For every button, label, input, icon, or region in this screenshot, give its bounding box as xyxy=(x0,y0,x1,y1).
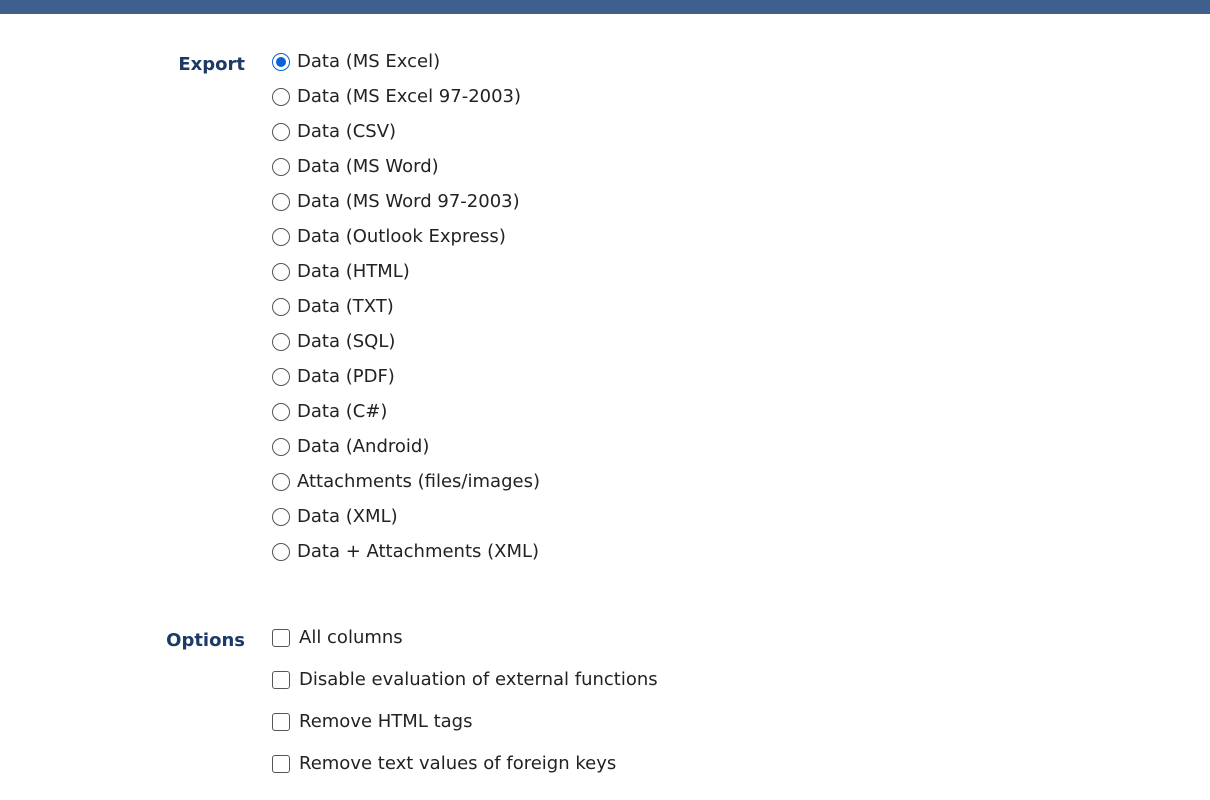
export-option-label: Data (Android) xyxy=(297,436,430,457)
export-option-label: Data (Outlook Express) xyxy=(297,226,506,247)
radio-button[interactable] xyxy=(272,543,290,561)
export-option-label: Data (MS Word 97-2003) xyxy=(297,191,520,212)
option-label: Remove HTML tags xyxy=(299,711,473,732)
radio-button[interactable] xyxy=(272,123,290,141)
checkbox[interactable] xyxy=(272,713,290,731)
radio-button[interactable] xyxy=(272,263,290,281)
export-format-radio-group: Data (MS Excel) Data (MS Excel 97-2003) … xyxy=(272,50,540,575)
options-label: Options xyxy=(166,630,245,651)
export-panel: Export Data (MS Excel) Data (MS Excel 97… xyxy=(0,14,1210,800)
export-option-label: Data (CSV) xyxy=(297,121,397,142)
export-option-attachments[interactable]: Attachments (files/images) xyxy=(272,470,540,505)
export-option-label: Data (MS Excel) xyxy=(297,51,441,72)
option-remove-foreign-key-text[interactable]: Remove text values of foreign keys xyxy=(272,752,658,794)
export-option-label: Data + Attachments (XML) xyxy=(297,541,540,562)
radio-button[interactable] xyxy=(272,298,290,316)
export-option-xml[interactable]: Data (XML) xyxy=(272,505,540,540)
checkbox[interactable] xyxy=(272,629,290,647)
export-option-label: Data (SQL) xyxy=(297,331,396,352)
export-option-word[interactable]: Data (MS Word) xyxy=(272,155,540,190)
export-option-label: Data (XML) xyxy=(297,506,398,527)
export-option-word-97-2003[interactable]: Data (MS Word 97-2003) xyxy=(272,190,540,225)
radio-button[interactable] xyxy=(272,228,290,246)
export-label: Export xyxy=(178,54,245,75)
header-bar xyxy=(0,0,1210,14)
export-option-excel[interactable]: Data (MS Excel) xyxy=(272,50,540,85)
export-option-csv[interactable]: Data (CSV) xyxy=(272,120,540,155)
export-option-label: Data (MS Word) xyxy=(297,156,439,177)
radio-button[interactable] xyxy=(272,438,290,456)
radio-button[interactable] xyxy=(272,53,290,71)
option-remove-html-tags[interactable]: Remove HTML tags xyxy=(272,710,658,752)
option-label: All columns xyxy=(299,627,403,648)
export-option-label: Data (C#) xyxy=(297,401,388,422)
radio-button[interactable] xyxy=(272,88,290,106)
export-option-android[interactable]: Data (Android) xyxy=(272,435,540,470)
export-option-html[interactable]: Data (HTML) xyxy=(272,260,540,295)
radio-button[interactable] xyxy=(272,508,290,526)
export-option-outlook-express[interactable]: Data (Outlook Express) xyxy=(272,225,540,260)
export-option-pdf[interactable]: Data (PDF) xyxy=(272,365,540,400)
options-checkbox-group: All columns Disable evaluation of extern… xyxy=(272,626,658,794)
export-option-sql[interactable]: Data (SQL) xyxy=(272,330,540,365)
export-option-excel-97-2003[interactable]: Data (MS Excel 97-2003) xyxy=(272,85,540,120)
radio-button[interactable] xyxy=(272,333,290,351)
radio-button[interactable] xyxy=(272,368,290,386)
export-option-data-attachments-xml[interactable]: Data + Attachments (XML) xyxy=(272,540,540,575)
export-option-csharp[interactable]: Data (C#) xyxy=(272,400,540,435)
option-label: Disable evaluation of external functions xyxy=(299,669,658,690)
export-option-label: Attachments (files/images) xyxy=(297,471,540,492)
export-option-label: Data (PDF) xyxy=(297,366,395,387)
radio-button[interactable] xyxy=(272,158,290,176)
radio-button[interactable] xyxy=(272,193,290,211)
option-label: Remove text values of foreign keys xyxy=(299,753,617,774)
checkbox[interactable] xyxy=(272,671,290,689)
option-disable-external-functions[interactable]: Disable evaluation of external functions xyxy=(272,668,658,710)
option-all-columns[interactable]: All columns xyxy=(272,626,658,668)
export-option-label: Data (MS Excel 97-2003) xyxy=(297,86,522,107)
radio-button[interactable] xyxy=(272,403,290,421)
export-option-txt[interactable]: Data (TXT) xyxy=(272,295,540,330)
checkbox[interactable] xyxy=(272,755,290,773)
export-option-label: Data (HTML) xyxy=(297,261,410,282)
export-option-label: Data (TXT) xyxy=(297,296,394,317)
radio-button[interactable] xyxy=(272,473,290,491)
